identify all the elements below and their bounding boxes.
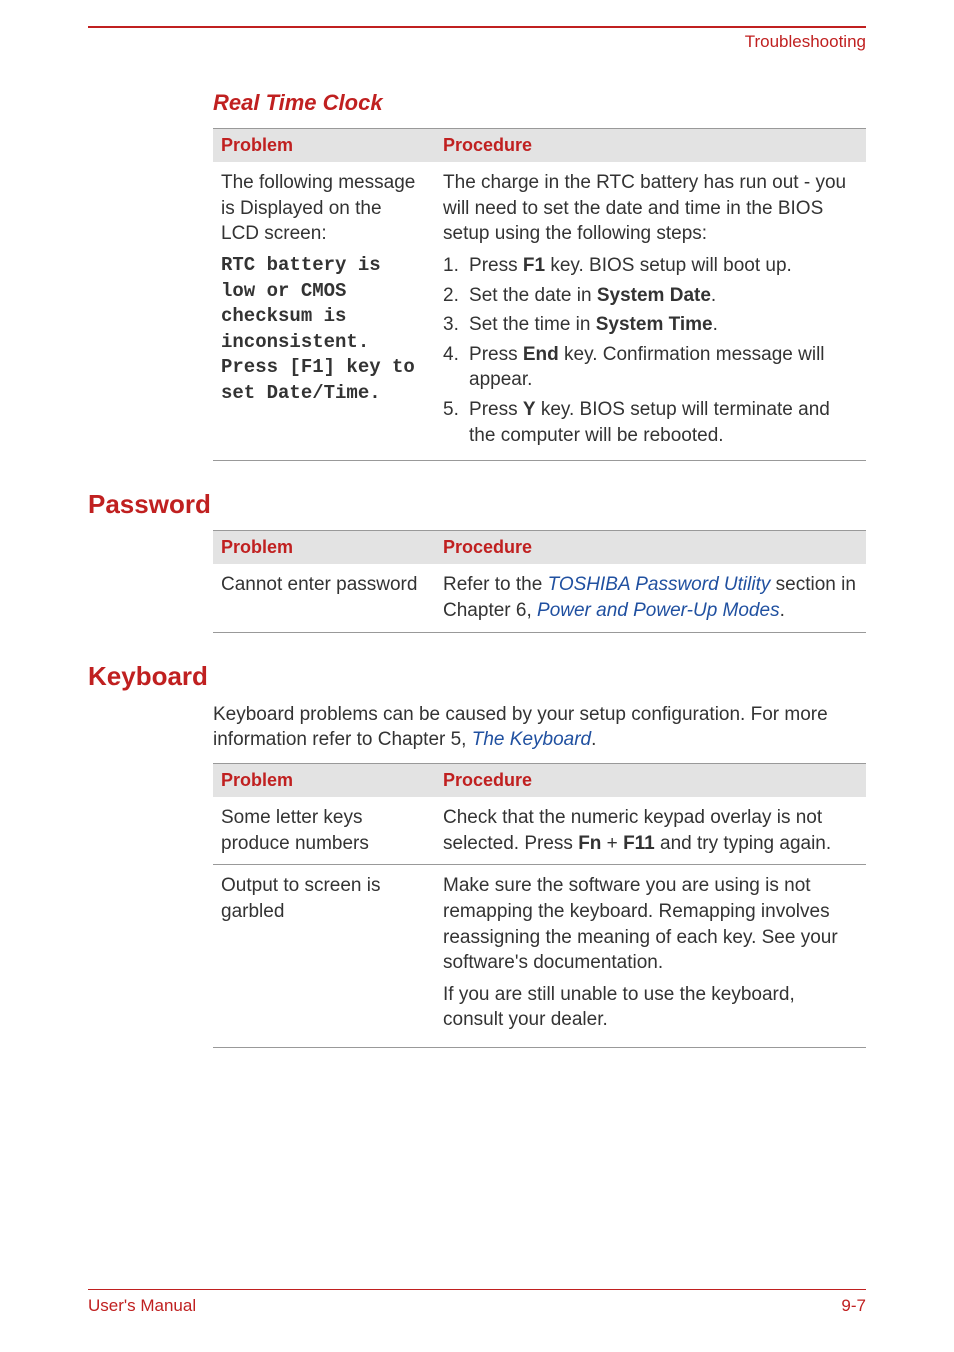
rtc-step5-a: Press	[469, 399, 523, 420]
password-link-toshiba-utility[interactable]: TOSHIBA Password Utility	[548, 574, 771, 595]
keyboard-row2-problem: Output to screen is garbled	[213, 865, 435, 1048]
keyboard-row1-d: F11	[623, 833, 655, 854]
keyboard-intro-b: .	[591, 729, 596, 750]
rtc-step1-a: Press	[469, 255, 523, 276]
rtc-step1-c: key. BIOS setup will boot up.	[545, 255, 792, 276]
rtc-step-2: 2.Set the date in System Date.	[443, 283, 858, 309]
rtc-step3-b: System Time	[596, 314, 713, 335]
rtc-step-4: 4.Press End key. Confirmation message wi…	[443, 342, 858, 393]
password-th-problem: Problem	[213, 531, 435, 565]
password-proc-a: Refer to the	[443, 574, 548, 595]
rtc-step4-a: Press	[469, 344, 523, 365]
rtc-problem-msg2: Press [F1] key to set Date/Time.	[221, 355, 423, 406]
keyboard-th-problem: Problem	[213, 763, 435, 797]
password-table-header-row: Problem Procedure	[213, 531, 866, 565]
rtc-step3-c: .	[713, 314, 718, 335]
page-footer: User's Manual 9-7	[88, 1289, 866, 1316]
rtc-step3-a: Set the time in	[469, 314, 596, 335]
rtc-problem-msg1: RTC battery is low or CMOS checksum is i…	[221, 253, 423, 356]
keyboard-row2-proc2: If you are still unable to use the keybo…	[443, 982, 858, 1033]
rtc-table: Problem Procedure The following message …	[213, 128, 866, 461]
footer-left: User's Manual	[88, 1296, 196, 1316]
rtc-procedure-cell: The charge in the RTC battery has run ou…	[435, 162, 866, 461]
password-table: Problem Procedure Cannot enter password …	[213, 530, 866, 632]
rtc-th-procedure: Procedure	[435, 129, 866, 163]
keyboard-row1-b: Fn	[578, 833, 601, 854]
keyboard-table: Problem Procedure Some letter keys produ…	[213, 763, 866, 1048]
keyboard-intro: Keyboard problems can be caused by your …	[213, 702, 866, 753]
keyboard-row-2: Output to screen is garbled Make sure th…	[213, 865, 866, 1048]
rtc-th-problem: Problem	[213, 129, 435, 163]
rtc-problem-intro: The following message is Displayed on th…	[221, 170, 423, 247]
rtc-row: The following message is Displayed on th…	[213, 162, 866, 461]
header-section-title: Troubleshooting	[745, 32, 866, 52]
password-row: Cannot enter password Refer to the TOSHI…	[213, 564, 866, 632]
rtc-step1-b: F1	[523, 255, 545, 276]
rtc-table-header-row: Problem Procedure	[213, 129, 866, 163]
rtc-step5-b: Y	[523, 399, 536, 420]
rtc-problem-cell: The following message is Displayed on th…	[213, 162, 435, 461]
password-heading: Password	[88, 489, 866, 520]
rtc-step4-b: End	[523, 344, 559, 365]
rtc-step-1: 1.Press F1 key. BIOS setup will boot up.	[443, 253, 858, 279]
keyboard-row-1: Some letter keys produce numbers Check t…	[213, 797, 866, 865]
keyboard-row1-problem: Some letter keys produce numbers	[213, 797, 435, 865]
password-th-procedure: Procedure	[435, 531, 866, 565]
rtc-heading: Real Time Clock	[213, 90, 866, 116]
keyboard-row1-procedure: Check that the numeric keypad overlay is…	[435, 797, 866, 865]
keyboard-heading: Keyboard	[88, 661, 866, 692]
password-procedure: Refer to the TOSHIBA Password Utility se…	[435, 564, 866, 632]
keyboard-row1-e: and try typing again.	[655, 833, 831, 854]
keyboard-table-header-row: Problem Procedure	[213, 763, 866, 797]
rtc-proc-intro: The charge in the RTC battery has run ou…	[443, 170, 858, 247]
keyboard-row2-proc1: Make sure the software you are using is …	[443, 873, 858, 976]
keyboard-row1-c: +	[601, 833, 623, 854]
rtc-step2-c: .	[711, 285, 716, 306]
footer-row: User's Manual 9-7	[88, 1296, 866, 1316]
keyboard-link-the-keyboard[interactable]: The Keyboard	[472, 729, 591, 750]
rtc-steps-list: 1.Press F1 key. BIOS setup will boot up.…	[443, 253, 858, 448]
keyboard-row2-procedure: Make sure the software you are using is …	[435, 865, 866, 1048]
footer-right: 9-7	[841, 1296, 866, 1316]
password-proc-c: .	[780, 600, 785, 621]
keyboard-th-procedure: Procedure	[435, 763, 866, 797]
rtc-step-5: 5.Press Y key. BIOS setup will terminate…	[443, 397, 858, 448]
page-content: Real Time Clock Problem Procedure The fo…	[88, 80, 866, 1048]
rtc-step2-b: System Date	[597, 285, 711, 306]
footer-rule	[88, 1289, 866, 1290]
password-problem: Cannot enter password	[213, 564, 435, 632]
header-rule	[88, 26, 866, 28]
rtc-step-3: 3.Set the time in System Time.	[443, 312, 858, 338]
password-link-power-modes[interactable]: Power and Power-Up Modes	[537, 600, 780, 621]
rtc-step2-a: Set the date in	[469, 285, 597, 306]
